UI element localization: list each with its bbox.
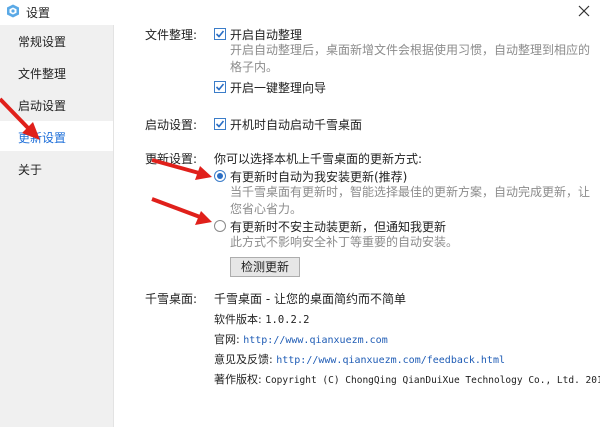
auto-start-checkbox[interactable] — [214, 118, 226, 130]
update-notify-label: 有更新时不安主动装更新，但通知我更新 — [230, 219, 447, 234]
website-link[interactable]: http://www.qianxuezm.com — [243, 335, 388, 346]
website-row: 官网: http://www.qianxuezm.com — [214, 331, 388, 347]
sidebar-item-label: 常规设置 — [18, 35, 67, 49]
auto-org-description: 开启自动整理后，桌面新增文件会根据使用习惯，自动整理到相应的格子内。 — [230, 43, 591, 74]
about-label: 千雪桌面: — [145, 292, 198, 306]
sidebar-item-about[interactable]: 关于 — [0, 153, 113, 183]
website-label: 官网: — [214, 333, 240, 346]
update-auto-radio-row[interactable]: 有更新时自动为我安装更新(推荐) — [214, 168, 407, 184]
auto-org-label: 开启自动整理 — [230, 27, 303, 42]
check-icon — [215, 30, 225, 38]
about-tagline: 千雪桌面 - 让您的桌面简约而不简单 — [214, 292, 406, 306]
settings-panel: 文件整理: 开启自动整理 开启自动整理后，桌面新增文件会根据使用习惯，自动整理到… — [114, 22, 600, 427]
update-auto-label: 有更新时自动为我安装更新(推荐) — [230, 169, 408, 184]
sidebar-item-label: 更新设置 — [18, 131, 67, 145]
feedback-row: 意见及反馈: http://www.qianxuezm.com/feedback… — [214, 351, 505, 367]
update-intro: 你可以选择本机上千雪桌面的更新方式: — [214, 152, 423, 166]
check-update-button[interactable]: 检测更新 — [230, 257, 300, 277]
sidebar-item-label: 启动设置 — [18, 99, 67, 113]
file-org-label: 文件整理: — [145, 28, 198, 42]
one-click-checkbox[interactable] — [214, 81, 226, 93]
check-icon — [215, 120, 225, 128]
sidebar: 常规设置 文件整理 启动设置 更新设置 关于 — [0, 25, 114, 427]
sidebar-item-update[interactable]: 更新设置 — [0, 121, 113, 151]
one-click-checkbox-row[interactable]: 开启一键整理向导 — [214, 79, 326, 95]
copyright-row: 著作版权: Copyright (C) ChongQing QianDuiXue… — [214, 371, 600, 387]
feedback-link[interactable]: http://www.qianxuezm.com/feedback.html — [276, 355, 505, 366]
update-notify-description: 此方式不影响安全补丁等重要的自动安装。 — [230, 235, 459, 249]
auto-start-label: 开机时自动启动千雪桌面 — [230, 117, 363, 132]
auto-org-checkbox-row[interactable]: 开启自动整理 — [214, 26, 302, 42]
version-label: 软件版本: — [214, 313, 262, 326]
feedback-label: 意见及反馈: — [214, 353, 273, 366]
sidebar-item-label: 关于 — [18, 163, 43, 177]
update-auto-description: 当千雪桌面有更新时，智能选择最佳的更新方案，自动完成更新，让您省心省力。 — [230, 185, 591, 216]
auto-org-checkbox[interactable] — [214, 28, 226, 40]
update-notify-radio-row[interactable]: 有更新时不安主动装更新，但通知我更新 — [214, 218, 446, 234]
check-icon — [215, 83, 225, 91]
sidebar-item-general[interactable]: 常规设置 — [0, 25, 113, 55]
update-label: 更新设置: — [145, 152, 198, 166]
update-notify-radio[interactable] — [214, 220, 226, 232]
copyright-text: Copyright (C) ChongQing QianDuiXue Techn… — [265, 375, 600, 386]
sidebar-item-file-org[interactable]: 文件整理 — [0, 57, 113, 87]
one-click-label: 开启一键整理向导 — [230, 80, 327, 95]
version-value: 1.0.2.2 — [265, 314, 310, 326]
sidebar-item-startup[interactable]: 启动设置 — [0, 89, 113, 119]
startup-label: 启动设置: — [145, 118, 198, 132]
auto-start-checkbox-row[interactable]: 开机时自动启动千雪桌面 — [214, 116, 362, 132]
title-bar: 设置 — [0, 0, 600, 22]
app-logo-icon — [6, 4, 20, 18]
copyright-label: 著作版权: — [214, 373, 262, 386]
sidebar-item-label: 文件整理 — [18, 67, 67, 81]
close-icon[interactable] — [574, 1, 594, 21]
window-title: 设置 — [26, 6, 51, 20]
version-row: 软件版本: 1.0.2.2 — [214, 311, 309, 327]
update-auto-radio[interactable] — [214, 170, 226, 182]
